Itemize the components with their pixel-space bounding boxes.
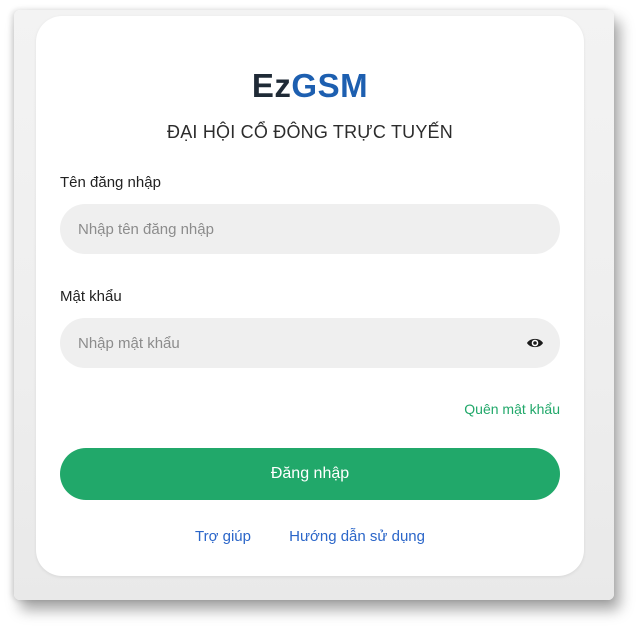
forgot-password-link[interactable]: Quên mật khẩu	[464, 401, 560, 417]
password-input[interactable]	[60, 318, 560, 368]
app-logo: EzGSM	[36, 68, 584, 104]
footer-links: Trợ giúp Hướng dẫn sử dụng	[36, 528, 584, 545]
logo-text-ez: Ez	[251, 67, 292, 104]
username-label: Tên đăng nhập	[60, 174, 161, 191]
eye-icon[interactable]	[526, 335, 544, 351]
help-link[interactable]: Trợ giúp	[195, 528, 251, 545]
page-background: EzGSM ĐẠI HỘI CỔ ĐÔNG TRỰC TUYẾN Tên đăn…	[0, 0, 636, 629]
logo-text-gsm: GSM	[291, 67, 369, 104]
password-label: Mật khẩu	[60, 288, 122, 305]
password-field-container	[60, 318, 560, 368]
username-input[interactable]	[60, 204, 560, 254]
page-subtitle: ĐẠI HỘI CỔ ĐÔNG TRỰC TUYẾN	[167, 122, 453, 142]
login-button[interactable]: Đăng nhập	[60, 448, 560, 500]
user-guide-link[interactable]: Hướng dẫn sử dụng	[289, 528, 425, 545]
login-card: EzGSM ĐẠI HỘI CỔ ĐÔNG TRỰC TUYẾN Tên đăn…	[36, 16, 584, 576]
username-field-container	[60, 204, 560, 254]
